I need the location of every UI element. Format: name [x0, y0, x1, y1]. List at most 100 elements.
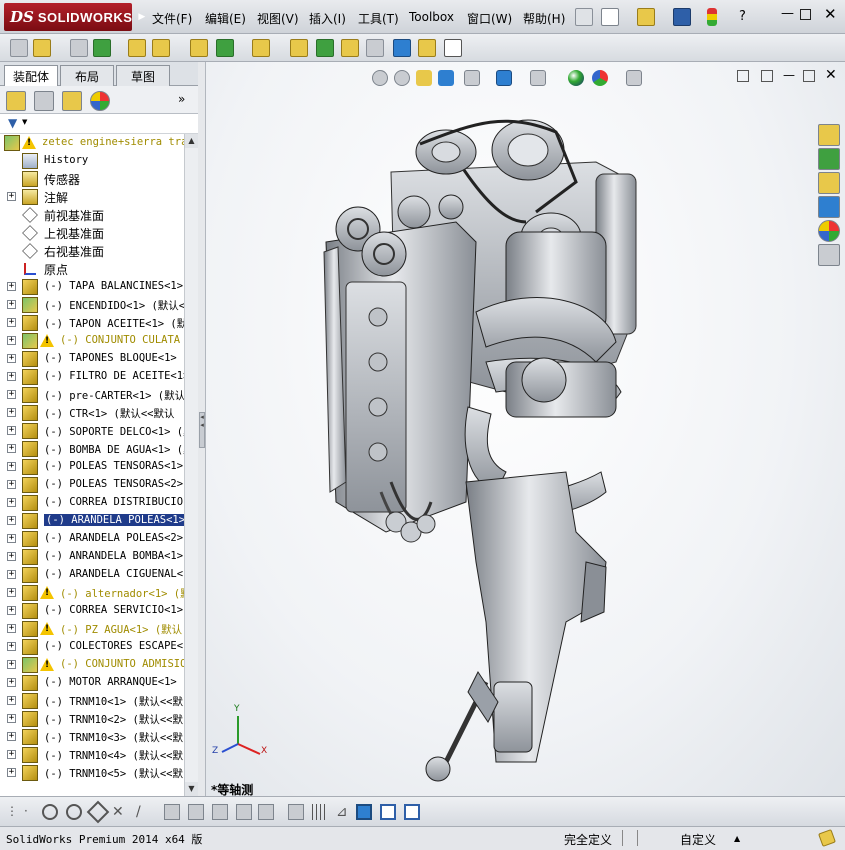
expand-icon[interactable]: + [7, 390, 16, 399]
filter-dropdown-icon[interactable]: ▼ [22, 118, 27, 126]
view-palette-icon[interactable] [818, 196, 840, 218]
tree-item[interactable]: + (-) TRNM10<3> (默认<<默 [0, 728, 184, 746]
solidworks-logo[interactable]: DS SOLIDWORKS ▶ [4, 3, 145, 31]
expand-icon[interactable]: + [7, 192, 16, 201]
tree-root-assembly[interactable]: zetec engine+sierra tran [0, 134, 184, 152]
tree-item[interactable]: + (-) MOTOR ARRANQUE<1> ( [0, 674, 184, 692]
feature-manager-icon[interactable] [6, 91, 26, 111]
scroll-down-icon[interactable]: ▼ [185, 782, 198, 796]
tree-item[interactable]: + (-) TRNM10<4> (默认<<默 [0, 746, 184, 764]
expand-icon[interactable]: + [7, 318, 16, 327]
instant3d-icon[interactable] [444, 39, 462, 57]
save-icon[interactable] [673, 8, 691, 26]
menu-tools[interactable]: 工具(T) [358, 10, 399, 27]
menu-edit[interactable]: 编辑(E) [205, 10, 246, 27]
new-document-icon[interactable] [601, 8, 619, 26]
assembly-features-icon[interactable] [216, 39, 234, 57]
expand-icon[interactable]: + [7, 534, 16, 543]
help-question-icon[interactable]: ? [739, 9, 746, 24]
tree-item[interactable]: + (-) TAPONES BLOQUE<1> ( [0, 350, 184, 368]
tree-item[interactable]: + (-) ANRANDELA BOMBA<1> [0, 548, 184, 566]
open-icon[interactable] [637, 8, 655, 26]
solidworks-resources-icon[interactable] [818, 124, 840, 146]
mate-icon[interactable] [70, 39, 88, 57]
expand-icon[interactable]: + [7, 300, 16, 309]
grid-icon[interactable] [312, 804, 328, 820]
panel-splitter[interactable]: ◂ ◂ [198, 62, 206, 796]
expand-icon[interactable]: + [7, 660, 16, 669]
mirror-entities-icon[interactable] [188, 804, 204, 820]
scroll-up-icon[interactable]: ▲ [185, 134, 198, 148]
tree-item[interactable]: + (-) TAPA BALANCINES<1> [0, 278, 184, 296]
tree-item[interactable]: + (-) alternador<1> (默 [0, 584, 184, 602]
exploded-view-icon[interactable] [341, 39, 359, 57]
menu-help[interactable]: 帮助(H) [523, 10, 565, 27]
tree-item[interactable]: + 注解 [0, 188, 184, 206]
tree-item[interactable]: + (-) POLEAS TENSORAS<1> [0, 458, 184, 476]
point-icon[interactable]: · [24, 804, 40, 820]
expand-icon[interactable]: + [7, 336, 16, 345]
tree-item[interactable]: 右视基准面 [0, 242, 184, 260]
expand-icon[interactable]: + [7, 426, 16, 435]
tab-sketch[interactable]: 草图 [116, 65, 170, 86]
tab-assembly[interactable]: 装配体 [4, 65, 58, 87]
menu-toolbox[interactable]: Toolbox [409, 10, 454, 24]
collapse-panel-icon[interactable]: ◂ ◂ [199, 412, 205, 448]
expand-icon[interactable]: + [7, 498, 16, 507]
expand-icon[interactable]: + [7, 750, 16, 759]
graphics-area[interactable]: — ✕ Y X Z *等轴测 [206, 62, 845, 796]
trim-icon[interactable]: ✕ [112, 804, 128, 820]
offset-entities-icon[interactable] [164, 804, 180, 820]
tree-item[interactable]: + (-) SOPORTE DELCO<1> (默 [0, 422, 184, 440]
expand-icon[interactable]: + [7, 588, 16, 597]
relations-icon[interactable]: ⊿ [336, 804, 352, 820]
expand-icon[interactable]: + [7, 624, 16, 633]
polygon-icon[interactable] [86, 800, 110, 824]
expand-icon[interactable]: + [7, 714, 16, 723]
tree-item[interactable]: + (-) TRNM10<2> (默认<<默 [0, 710, 184, 728]
expand-panel-chevron-icon[interactable]: » [178, 92, 185, 106]
tree-item[interactable]: + (-) BOMBA DE AGUA<1> (默 [0, 440, 184, 458]
assembly-icon[interactable] [10, 39, 28, 57]
tree-item[interactable]: 原点 [0, 260, 184, 278]
filter-icon[interactable]: ▼ [8, 116, 17, 130]
expand-icon[interactable]: + [7, 408, 16, 417]
dimension-icon[interactable] [288, 804, 304, 820]
minimize-window-icon[interactable]: — [781, 6, 794, 21]
tree-item[interactable]: + (-) ARANDELA CIGUENAL<1 [0, 566, 184, 584]
tree-item[interactable]: + (-) ARANDELA POLEAS<2> [0, 530, 184, 548]
expand-icon[interactable]: + [7, 678, 16, 687]
units-status[interactable]: 自定义 [680, 831, 716, 848]
tree-item[interactable]: + (-) CONJUNTO ADMISIO [0, 656, 184, 674]
rebuild-traffic-light-icon[interactable] [707, 8, 717, 26]
expand-icon[interactable]: + [7, 516, 16, 525]
centerpoint-arc-icon[interactable] [66, 804, 82, 820]
menu-window[interactable]: 窗口(W) [467, 10, 512, 27]
tree-item[interactable]: + (-) POLEAS TENSORAS<2> [0, 476, 184, 494]
new-motion-study-icon[interactable] [290, 39, 308, 57]
appearances-scenes-icon[interactable] [818, 220, 840, 242]
display-manager-icon[interactable] [90, 91, 110, 111]
close-window-icon[interactable]: ✕ [824, 5, 837, 23]
tree-item[interactable]: + (-) pre-CARTER<1> (默认 [0, 386, 184, 404]
hidden-lines-icon[interactable] [404, 804, 420, 820]
convert-entities-icon[interactable] [258, 804, 274, 820]
tree-item[interactable]: 传感器 [0, 170, 184, 188]
tree-item[interactable]: + (-) TAPON ACEITE<1> (默 [0, 314, 184, 332]
engine-assembly-model[interactable] [206, 62, 845, 796]
smart-fasteners-icon[interactable] [128, 39, 146, 57]
wireframe-icon[interactable] [380, 804, 396, 820]
tree-item[interactable]: + (-) COLECTORES ESCAPE<1 [0, 638, 184, 656]
tree-item[interactable]: + (-) TRNM10<1> (默认<<默 [0, 692, 184, 710]
reference-geometry-icon[interactable] [252, 39, 270, 57]
display-shaded-icon[interactable] [356, 804, 372, 820]
menu-view[interactable]: 视图(V) [257, 10, 299, 27]
tree-item[interactable]: History [0, 152, 184, 170]
tree-item[interactable]: + (-) TRNM10<5> (默认<<默 [0, 764, 184, 782]
tree-item[interactable]: + (-) ENCENDIDO<1> (默认< [0, 296, 184, 314]
tree-item[interactable]: 前视基准面 [0, 206, 184, 224]
expand-icon[interactable]: + [7, 642, 16, 651]
expand-icon[interactable]: + [7, 732, 16, 741]
expand-icon[interactable]: + [7, 552, 16, 561]
tree-item[interactable]: + (-) CORREA DISTRIBUCIO [0, 494, 184, 512]
